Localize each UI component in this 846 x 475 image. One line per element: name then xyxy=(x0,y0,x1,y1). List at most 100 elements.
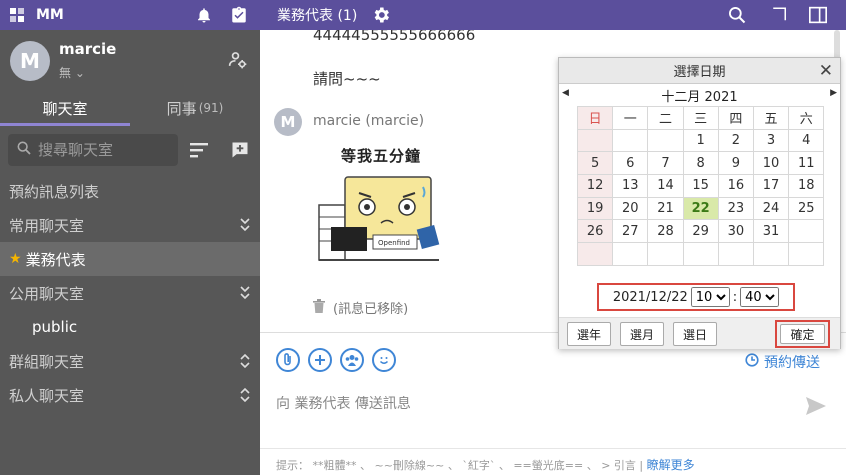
sidebar-item-scheduled[interactable]: 預約訊息列表 xyxy=(0,174,260,208)
calendar-day[interactable]: 4 xyxy=(788,128,825,153)
dialog-title: 選擇日期 xyxy=(673,65,726,80)
search-icon xyxy=(16,140,32,160)
calendar-day[interactable]: 1 xyxy=(682,128,719,153)
calendar-empty-cell xyxy=(788,242,825,266)
calendar-day[interactable]: 11 xyxy=(788,151,825,176)
collapse-icon[interactable] xyxy=(240,286,250,304)
side-panel-icon[interactable] xyxy=(808,6,828,28)
sidebar-item-sales-rep[interactable]: ★ 業務代表 xyxy=(0,242,260,276)
schedule-send-button[interactable]: 預約傳送 xyxy=(745,352,820,372)
confirm-button[interactable]: 確定 xyxy=(780,324,825,344)
calendar-day[interactable]: 28 xyxy=(647,219,684,244)
close-icon[interactable]: ✕ xyxy=(819,61,833,81)
calendar-day[interactable]: 8 xyxy=(682,151,719,176)
calendar-day[interactable]: 20 xyxy=(612,196,649,221)
weekday-label: 五 xyxy=(752,106,790,130)
learn-more-link[interactable]: 瞭解更多 xyxy=(647,458,695,472)
formatting-hint: 提示： **粗體** 、 ~~刪除線~~ 、 `紅字` 、 ==螢光底== 、 … xyxy=(276,458,695,472)
sticker-image: 等我五分鐘 Openfind xyxy=(315,145,445,270)
sidebar-group-favorites[interactable]: 常用聊天室 xyxy=(0,208,260,242)
search-icon[interactable] xyxy=(727,5,747,29)
select-year-button[interactable]: 選年 xyxy=(567,322,611,346)
datetime-row: 2021/12/22 10 : 40 xyxy=(597,283,795,311)
sidebar-group-private[interactable]: 私人聊天室 xyxy=(0,378,260,412)
search-input[interactable] xyxy=(38,141,168,159)
user-name[interactable]: marcie xyxy=(59,40,116,58)
weekday-label: 六 xyxy=(788,106,825,130)
calendar-day[interactable]: 23 xyxy=(717,196,754,221)
calendar-day[interactable]: 31 xyxy=(752,219,790,244)
avatar[interactable]: M xyxy=(274,108,302,136)
prev-month-icon[interactable]: ◀ xyxy=(562,88,569,98)
expand-icon[interactable] xyxy=(771,6,789,28)
calendar-day[interactable]: 29 xyxy=(682,219,719,244)
colleague-count: (91) xyxy=(198,101,224,115)
clock-icon xyxy=(745,353,759,371)
select-month-button[interactable]: 選月 xyxy=(620,322,664,346)
calendar-day[interactable]: 14 xyxy=(647,174,684,198)
calendar-day[interactable]: 12 xyxy=(576,174,614,198)
user-status[interactable]: 無 ⌄ xyxy=(59,64,85,81)
calendar-day[interactable]: 5 xyxy=(576,151,614,176)
calendar-day[interactable]: 3 xyxy=(752,128,790,153)
gear-icon[interactable] xyxy=(371,5,391,29)
calendar-day[interactable]: 27 xyxy=(612,219,649,244)
calendar-empty-cell xyxy=(576,242,614,266)
app-logo-icon xyxy=(10,8,24,22)
next-month-icon[interactable]: ▶ xyxy=(830,88,837,98)
send-icon[interactable] xyxy=(805,396,827,420)
select-day-button[interactable]: 選日 xyxy=(673,322,717,346)
calendar-week: 1234 xyxy=(576,128,825,153)
emoji-icon[interactable] xyxy=(372,348,396,372)
calendar-grid: 日一二三四五六 1 2 3 4 5 6 7 8 9 10 11 12 13 14 15 16 17 18 19 20 21… xyxy=(576,106,825,266)
calendar-day[interactable]: 22 xyxy=(682,196,719,221)
confirm-highlight: 確定 xyxy=(775,320,830,348)
minute-select[interactable]: 40 xyxy=(740,287,780,307)
group-icon[interactable] xyxy=(340,348,364,372)
tab-chatrooms[interactable]: 聊天室 xyxy=(0,90,130,126)
calendar-day[interactable]: 6 xyxy=(612,151,649,176)
calendar-day[interactable]: 19 xyxy=(576,196,614,221)
calendar-day[interactable]: 7 xyxy=(647,151,684,176)
sort-icon[interactable] xyxy=(190,142,210,162)
sidebar-item-public[interactable]: public xyxy=(0,310,260,344)
search-box xyxy=(8,134,178,166)
calendar-day[interactable]: 16 xyxy=(717,174,754,198)
calendar-day[interactable]: 18 xyxy=(788,174,825,198)
calendar-day[interactable]: 2 xyxy=(717,128,754,153)
calendar-day[interactable]: 21 xyxy=(647,196,684,221)
collapse-icon[interactable] xyxy=(240,218,250,236)
sidebar-group-groups[interactable]: 群組聊天室 xyxy=(0,344,260,378)
sticker-caption: 等我五分鐘 xyxy=(341,147,422,165)
calendar-empty-cell xyxy=(612,128,649,153)
add-icon[interactable] xyxy=(308,348,332,372)
clipboard-check-icon[interactable] xyxy=(230,5,248,29)
app-title: MM xyxy=(36,7,64,23)
selected-date: 2021/12/22 xyxy=(612,289,688,305)
sidebar-group-public[interactable]: 公用聊天室 xyxy=(0,276,260,310)
expand-icon[interactable] xyxy=(240,353,250,372)
composer-toolbar xyxy=(276,348,396,372)
bell-icon[interactable] xyxy=(195,6,213,28)
calendar-day[interactable]: 24 xyxy=(752,196,790,221)
channel-title[interactable]: 業務代表 (1) xyxy=(277,5,357,25)
calendar-week: 19 20 21 22 23 24 25 xyxy=(576,196,825,221)
calendar-day[interactable]: 26 xyxy=(576,219,614,244)
message-input[interactable] xyxy=(276,396,776,412)
calendar-day[interactable]: 10 xyxy=(752,151,790,176)
calendar-day[interactable]: 25 xyxy=(788,196,825,221)
calendar-day[interactable]: 15 xyxy=(682,174,719,198)
user-settings-icon[interactable] xyxy=(228,50,248,74)
avatar[interactable]: M xyxy=(10,41,50,81)
tab-colleagues[interactable]: 同事 (91) xyxy=(130,90,260,126)
hour-select[interactable]: 10 xyxy=(690,287,730,307)
calendar-day[interactable]: 17 xyxy=(752,174,790,198)
weekday-label: 二 xyxy=(647,106,684,130)
calendar-day[interactable]: 13 xyxy=(612,174,649,198)
message-sender[interactable]: marcie (marcie) xyxy=(313,113,424,129)
new-chat-icon[interactable] xyxy=(230,140,250,164)
attachment-icon[interactable] xyxy=(276,348,300,372)
calendar-day[interactable]: 9 xyxy=(717,151,754,176)
calendar-day[interactable]: 30 xyxy=(717,219,754,244)
expand-icon[interactable] xyxy=(240,387,250,406)
